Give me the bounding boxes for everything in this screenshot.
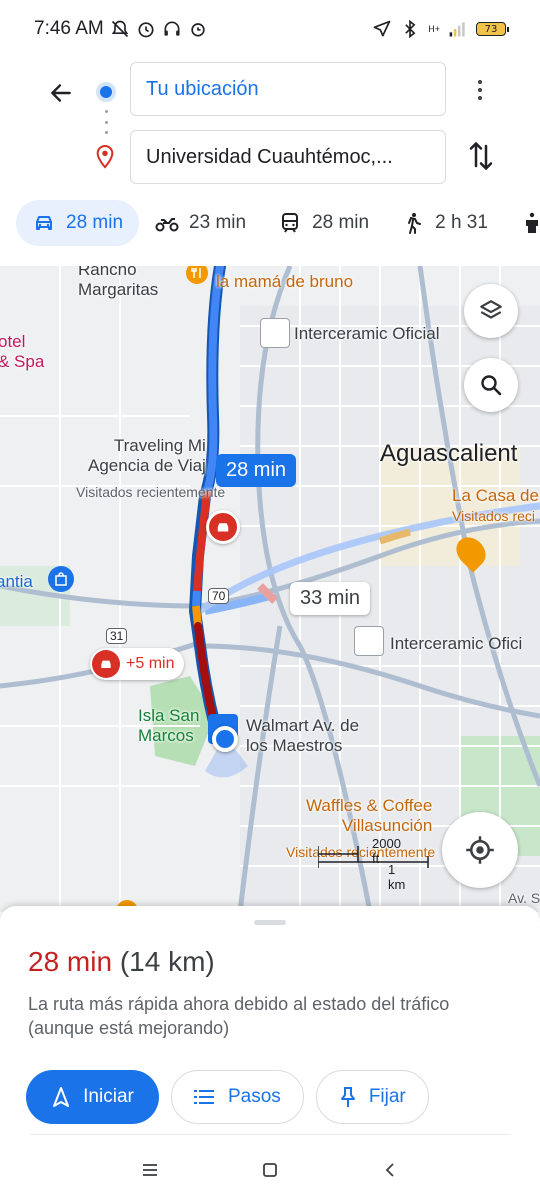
back-arrow-icon (51, 84, 71, 102)
mode-motorcycle-label: 23 min (189, 212, 247, 233)
back-nav-button[interactable] (376, 1156, 404, 1184)
map-search-button[interactable] (464, 358, 518, 412)
map-label-road: Av. Si (508, 890, 540, 906)
mode-driving[interactable]: 28 min (16, 200, 140, 246)
current-location-icon (212, 726, 238, 752)
search-icon (481, 375, 502, 396)
back-button[interactable] (44, 76, 78, 110)
bluetooth-icon (405, 19, 416, 39)
store-pin-icon (260, 318, 290, 348)
pin-button[interactable]: Fijar (315, 1070, 429, 1124)
map-label-isla: Isla San Marcos (138, 706, 200, 745)
map-label-waffles: Waffles & Coffee Villasunción (306, 796, 433, 835)
steps-button[interactable]: Pasos (171, 1070, 304, 1124)
layers-icon (480, 300, 502, 319)
directions-header: Tu ubicación Universidad Cuauhtémoc,... (0, 58, 540, 190)
alarm-icon (138, 22, 154, 38)
start-button[interactable]: Iniciar (26, 1070, 159, 1124)
location-arrow-icon (373, 20, 391, 37)
sheet-divider (30, 1134, 510, 1135)
map-label-visited-2: Visitados reci (452, 508, 536, 524)
mode-walking[interactable]: 2 h 31 (385, 200, 504, 246)
my-location-button[interactable] (442, 812, 518, 888)
mode-transit[interactable]: 28 min (262, 200, 385, 246)
primary-route-time[interactable]: 28 min (216, 454, 297, 487)
navigation-arrow-icon (53, 1087, 70, 1107)
route-31-shield: 31 (106, 628, 128, 644)
person-icon (525, 212, 538, 233)
mode-motorcycle[interactable]: 23 min (139, 200, 262, 246)
recents-button[interactable] (136, 1156, 164, 1184)
status-time: 7:46 AM (34, 18, 104, 39)
more-options-button[interactable] (468, 76, 492, 104)
back-chevron-icon (385, 1163, 394, 1177)
scale-km: 1 km (388, 862, 406, 892)
origin-field[interactable]: Tu ubicación (130, 62, 446, 116)
traffic-car-icon (92, 650, 120, 678)
battery-level: 73 (484, 23, 498, 35)
destination-field[interactable]: Universidad Cuauhtémoc,... (130, 130, 446, 184)
pin-icon (340, 1087, 355, 1107)
mode-transit-label: 28 min (312, 212, 370, 233)
steps-button-label: Pasos (228, 1086, 281, 1107)
transit-icon (282, 213, 299, 233)
route-70-shield: 70 (208, 588, 230, 604)
map-label-rancho: Rancho Margaritas (78, 266, 159, 299)
map-label-walmart: Walmart Av. de los Maestros (246, 716, 360, 755)
route-actions: Iniciar Pasos Fijar (26, 1070, 429, 1124)
battery-icon: 73 (476, 22, 509, 36)
crosshair-icon (466, 836, 494, 864)
sheet-handle[interactable] (254, 920, 286, 925)
map-label-la-casa: La Casa de (452, 486, 539, 505)
store-pin-2-icon (354, 626, 384, 656)
map-label-visited-1: Visitados recientemente (76, 484, 226, 500)
signal-icon (449, 22, 465, 37)
route-distance: (14 km) (119, 946, 215, 977)
delay-chip[interactable]: +5 min (90, 648, 185, 680)
home-square-icon (263, 1163, 277, 1177)
mode-walking-label: 2 h 31 (435, 212, 488, 233)
shopping-pin-icon (48, 566, 74, 592)
mode-more[interactable] (504, 200, 540, 246)
mute-icon (111, 20, 128, 38)
car-icon (36, 216, 52, 230)
menu-icon (143, 1164, 157, 1176)
delay-label: +5 min (126, 655, 175, 672)
layers-button[interactable] (464, 284, 518, 338)
traffic-incident-icon[interactable] (206, 510, 240, 544)
mode-driving-label: 28 min (66, 212, 124, 233)
map-label-aguascalientes: Aguascalient (380, 440, 518, 467)
route-duration: 28 min (28, 946, 113, 977)
origin-dot-icon (96, 82, 116, 102)
list-icon (194, 1090, 214, 1104)
map-base (0, 266, 540, 912)
pin-button-label: Fijar (368, 1086, 406, 1107)
status-bar: 7:46 AM H+ 73 (0, 0, 540, 58)
walk-icon (408, 213, 422, 234)
route-summary-title: 28 min (14 km) (28, 946, 215, 978)
route-description: La ruta más rápida ahora debido al estad… (28, 994, 450, 1038)
map-label-mama-bruno: la mamá de bruno (216, 272, 354, 291)
swap-icon[interactable] (466, 138, 496, 174)
map-label-plaza: antia (0, 572, 33, 591)
destination-pin-icon (96, 144, 114, 169)
route-connector-icon (104, 110, 108, 134)
route-summary-sheet[interactable]: 28 min (14 km) La ruta más rápida ahora … (0, 906, 540, 1140)
system-nav-bar (0, 1140, 540, 1200)
map-label-traveling: Traveling Mi Agencia de Viaj (88, 436, 206, 475)
headphones-icon (164, 21, 180, 36)
alarm-small-icon (191, 23, 205, 37)
map-label-hotel: otel & Spa (0, 332, 45, 371)
map-label-interceramic-1: Interceramic Oficial (294, 324, 440, 343)
alt-route-time[interactable]: 33 min (290, 582, 371, 615)
route-map[interactable]: Rancho Margaritas la mamá de bruno Inter… (0, 266, 540, 912)
start-button-label: Iniciar (83, 1086, 134, 1107)
motorcycle-icon (155, 218, 179, 232)
travel-modes: 28 min 23 min 28 min 2 h 31 (0, 190, 540, 256)
home-button[interactable] (256, 1156, 284, 1184)
map-label-interceramic-2: Interceramic Ofici (390, 634, 523, 653)
network-type: H+ (428, 23, 440, 34)
